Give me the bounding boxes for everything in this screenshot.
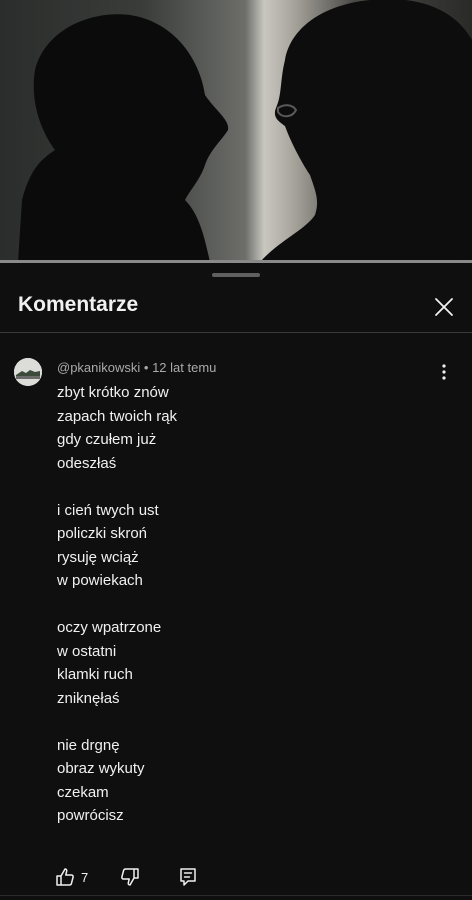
video-player[interactable] (0, 0, 472, 262)
header-divider (0, 332, 472, 333)
reply-icon (180, 868, 196, 886)
avatar[interactable] (14, 358, 42, 386)
comments-panel: Komentarze @pkanikowski • 12 lat temu zb… (0, 263, 472, 900)
more-vert-icon (442, 364, 446, 380)
thumb-down-icon (121, 868, 139, 886)
video-frame (18, 0, 472, 262)
thumb-up-icon (56, 868, 74, 886)
close-button[interactable] (426, 289, 462, 325)
avatar-image (14, 358, 42, 386)
like-button[interactable]: 7 (55, 863, 88, 891)
bottom-divider (0, 895, 472, 896)
comment-time: 12 lat temu (152, 360, 217, 375)
comment-actions: 7 (0, 863, 472, 891)
meta-separator: • (140, 360, 153, 375)
comment-text: zbyt krótko znów zapach twoich rąk gdy c… (57, 384, 178, 824)
dislike-button[interactable] (118, 863, 142, 891)
comment-meta: @pkanikowski • 12 lat temu (57, 360, 216, 375)
drag-handle[interactable] (212, 273, 260, 277)
reply-button[interactable] (176, 863, 200, 891)
comment-author[interactable]: @pkanikowski (57, 360, 140, 375)
close-icon (435, 298, 453, 316)
like-count: 7 (81, 869, 89, 885)
panel-title: Komentarze (18, 293, 139, 316)
